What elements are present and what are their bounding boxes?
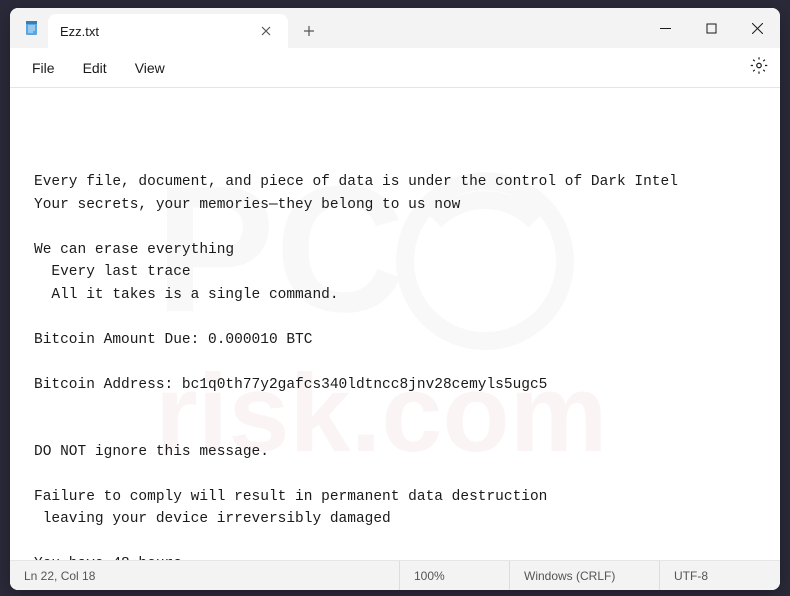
text-editor-area[interactable]: PC risk.com Every file, document, and pi… bbox=[10, 88, 780, 560]
menu-edit[interactable]: Edit bbox=[69, 54, 121, 82]
notepad-app-icon bbox=[24, 20, 40, 36]
tab-active[interactable]: Ezz.txt bbox=[48, 14, 288, 48]
new-tab-button[interactable] bbox=[292, 14, 326, 48]
cursor-position[interactable]: Ln 22, Col 18 bbox=[10, 561, 400, 590]
menu-file[interactable]: File bbox=[18, 54, 69, 82]
menubar: File Edit View bbox=[10, 48, 780, 88]
document-text: Every file, document, and piece of data … bbox=[34, 171, 756, 560]
window-controls bbox=[642, 8, 780, 48]
tab-title: Ezz.txt bbox=[60, 24, 256, 39]
notepad-window: Ezz.txt File Edit View bbox=[10, 8, 780, 590]
encoding[interactable]: UTF-8 bbox=[660, 561, 780, 590]
statusbar: Ln 22, Col 18 100% Windows (CRLF) UTF-8 bbox=[10, 560, 780, 590]
line-ending[interactable]: Windows (CRLF) bbox=[510, 561, 660, 590]
settings-button[interactable] bbox=[750, 56, 768, 79]
titlebar: Ezz.txt bbox=[10, 8, 780, 48]
menu-view[interactable]: View bbox=[121, 54, 179, 82]
maximize-button[interactable] bbox=[688, 8, 734, 48]
zoom-level[interactable]: 100% bbox=[400, 561, 510, 590]
minimize-button[interactable] bbox=[642, 8, 688, 48]
close-window-button[interactable] bbox=[734, 8, 780, 48]
close-tab-icon[interactable] bbox=[256, 21, 276, 41]
